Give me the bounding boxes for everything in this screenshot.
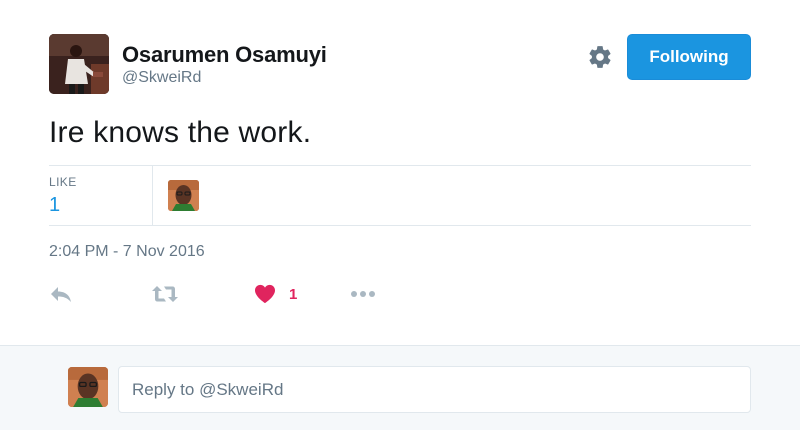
author-avatar[interactable] (49, 34, 109, 94)
likes-label: LIKE (49, 175, 77, 189)
more-button[interactable] (350, 282, 376, 306)
divider (49, 225, 751, 226)
reply-icon (51, 287, 71, 302)
more-icon (351, 291, 375, 297)
reply-bar: Reply to @SkweiRd (0, 345, 800, 430)
like-count: 1 (289, 285, 298, 303)
author-handle[interactable]: @SkweiRd (122, 69, 201, 87)
tweet-card: Osarumen Osamuyi @SkweiRd Following Ire … (0, 0, 800, 345)
liker-avatar[interactable] (168, 180, 199, 211)
author-photo (49, 34, 109, 94)
author-name[interactable]: Osarumen Osamuyi (122, 42, 327, 68)
heart-icon (255, 284, 275, 304)
reply-input[interactable]: Reply to @SkweiRd (118, 366, 751, 413)
retweet-icon (152, 286, 178, 302)
likes-stat[interactable]: LIKE 1 (49, 175, 77, 217)
current-user-photo (68, 367, 108, 407)
like-button[interactable]: 1 (254, 282, 297, 306)
tweet-text: Ire knows the work. (49, 116, 312, 149)
current-user-avatar (68, 367, 108, 407)
following-button[interactable]: Following (627, 34, 751, 80)
stats-divider (152, 166, 153, 225)
tweet-timestamp[interactable]: 2:04 PM - 7 Nov 2016 (49, 243, 205, 261)
divider (49, 165, 751, 166)
likes-value: 1 (49, 194, 61, 216)
gear-icon[interactable] (587, 44, 613, 70)
liker-photo (168, 180, 199, 211)
reply-button[interactable] (49, 282, 73, 306)
retweet-button[interactable] (151, 282, 179, 306)
